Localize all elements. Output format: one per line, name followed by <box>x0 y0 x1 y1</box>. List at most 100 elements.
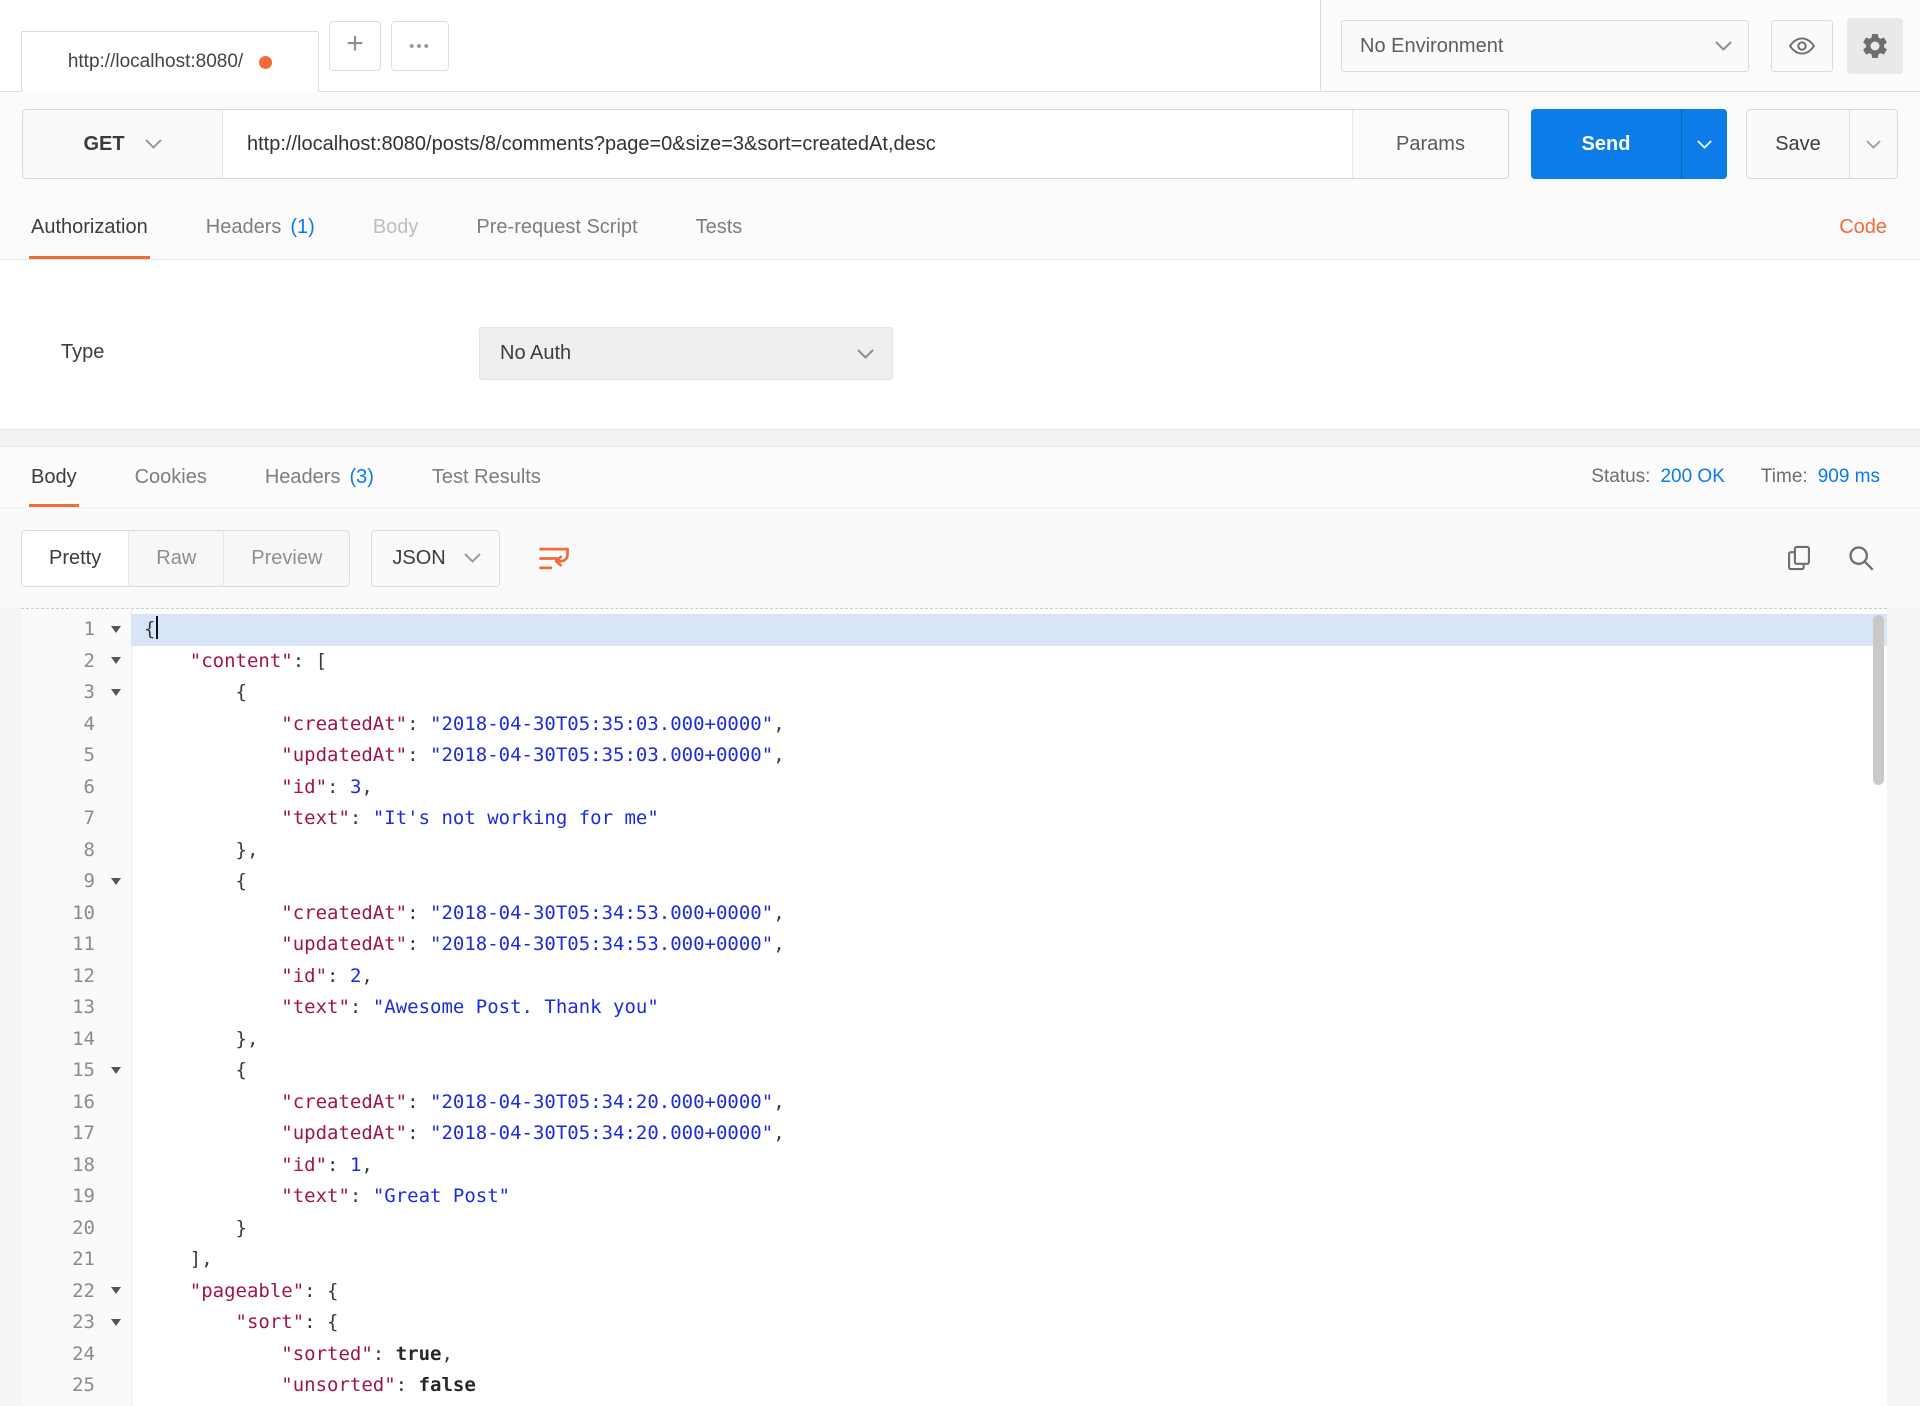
save-options-button[interactable] <box>1849 110 1897 178</box>
search-button[interactable] <box>1847 544 1875 572</box>
url-input[interactable] <box>223 110 1352 178</box>
fold-arrow-icon[interactable] <box>111 657 121 665</box>
code-line: 12 "id": 2, <box>21 961 1887 993</box>
chevron-down-icon <box>144 139 162 149</box>
status-label: Status: <box>1591 466 1651 487</box>
line-number: 9 <box>21 866 131 898</box>
request-tab[interactable]: http://localhost:8080/ <box>21 31 319 92</box>
fold-arrow-icon[interactable] <box>111 1287 121 1295</box>
tab-label: Headers <box>264 465 341 488</box>
request-tab-title: http://localhost:8080/ <box>67 51 244 72</box>
response-tab-headers[interactable]: Headers (3) <box>265 447 374 507</box>
text-cursor <box>156 616 159 639</box>
code-text: "updatedAt": "2018-04-30T05:34:53.000+00… <box>281 933 785 955</box>
code-line: 17 "updatedAt": "2018-04-30T05:34:20.000… <box>21 1118 1887 1150</box>
code-text: }, <box>144 1027 259 1050</box>
view-mode-raw[interactable]: Raw <box>128 530 223 586</box>
view-mode-switch: Pretty Raw Preview <box>21 529 351 587</box>
response-tools <box>1785 544 1875 572</box>
tab-options-button[interactable]: ••• <box>391 21 449 71</box>
request-tab-body[interactable]: Body <box>373 196 419 259</box>
view-mode-preview[interactable]: Preview <box>223 530 349 586</box>
method-select[interactable]: GET <box>23 110 223 178</box>
request-tab-tests[interactable]: Tests <box>696 196 743 259</box>
line-number: 10 <box>72 901 95 924</box>
code-line: 2 "content": [ <box>21 646 1887 678</box>
editor-scrollbar[interactable] <box>1873 615 1884 785</box>
response-toolbar: Pretty Raw Preview JSON <box>0 508 1920 608</box>
request-tab-headers[interactable]: Headers (1) <box>206 196 315 259</box>
tab-label: Test Results <box>431 465 541 488</box>
code-text: "id": 1, <box>281 1153 373 1176</box>
fold-arrow-icon[interactable] <box>111 877 121 885</box>
request-tab-authorization[interactable]: Authorization <box>29 196 150 259</box>
code-text: "text": "Awesome Post. Thank you" <box>281 996 659 1018</box>
send-options-button[interactable] <box>1681 109 1727 179</box>
fold-arrow-icon[interactable] <box>111 1318 121 1326</box>
params-button[interactable]: Params <box>1352 110 1508 178</box>
request-tabs-list: Authorization Headers (1) Body Pre-request S… <box>29 196 800 259</box>
settings-button[interactable] <box>1847 18 1903 74</box>
code-text: "updatedAt": "2018-04-30T05:35:03.000+00… <box>281 744 785 766</box>
save-button[interactable]: Save <box>1747 110 1849 178</box>
send-button[interactable]: Send <box>1531 109 1681 179</box>
copy-icon <box>1788 545 1810 571</box>
response-tab-body[interactable]: Body <box>29 447 79 507</box>
line-number: 25 <box>72 1374 95 1396</box>
code-line: 16 "createdAt": "2018-04-30T05:34:20.000… <box>21 1087 1887 1119</box>
wrap-text-button[interactable] <box>526 530 583 587</box>
line-number: 7 <box>83 807 95 829</box>
code-line: 10 "createdAt": "2018-04-30T05:34:53.000… <box>21 898 1887 930</box>
code-text: "id": 2, <box>281 964 373 987</box>
environment-select[interactable]: No Environment <box>1341 20 1749 72</box>
code-text: "createdAt": "2018-04-30T05:34:20.000+00… <box>281 1090 785 1113</box>
code-line: 7 "text": "It's not working for me" <box>21 803 1887 835</box>
send-split-button: Send <box>1531 109 1727 179</box>
view-mode-pretty[interactable]: Pretty <box>22 530 129 586</box>
line-number: 3 <box>21 677 131 709</box>
response-tab-cookies[interactable]: Cookies <box>135 447 207 507</box>
line-number: 2 <box>21 646 131 678</box>
chevron-down-icon <box>1715 41 1732 51</box>
code-text: "sorted": true, <box>281 1342 453 1365</box>
auth-type-label: Type <box>61 341 105 363</box>
fold-arrow-icon[interactable] <box>111 1066 121 1074</box>
code-text: "unsorted": false <box>281 1374 476 1396</box>
line-number: 11 <box>72 933 95 955</box>
environment-quicklook-button[interactable] <box>1771 20 1833 72</box>
code-text: "pageable": { <box>189 1279 339 1302</box>
environment-value: No Environment <box>1360 34 1504 57</box>
code-link[interactable]: Code <box>1839 216 1887 239</box>
code-text: "text": "Great Post" <box>281 1185 511 1207</box>
response-tabs-list: Body Cookies Headers (3) Test Results <box>29 447 599 507</box>
code-line: 19 "text": "Great Post" <box>21 1181 1887 1213</box>
code-line: 11 "updatedAt": "2018-04-30T05:34:53.000… <box>21 929 1887 961</box>
request-tab-pre-request-script[interactable]: Pre-request Script <box>476 196 637 259</box>
language-select[interactable]: JSON <box>371 529 500 587</box>
auth-type-select[interactable]: No Auth <box>479 327 893 380</box>
code-lines: 1{2 "content": [3 {4 "createdAt": "2018-… <box>21 614 1887 1402</box>
code-line: 14 }, <box>21 1024 1887 1056</box>
code-text: "id": 3, <box>281 775 373 798</box>
response-tab-test-results[interactable]: Test Results <box>432 447 541 507</box>
copy-button[interactable] <box>1785 544 1813 572</box>
tab-count-badge: (1) <box>290 216 315 238</box>
code-line: 6 "id": 3, <box>21 772 1887 804</box>
chevron-down-icon <box>464 553 481 563</box>
line-number: 5 <box>83 744 95 766</box>
fold-arrow-icon[interactable] <box>111 688 121 696</box>
code-line: 9 { <box>21 866 1887 898</box>
time-value[interactable]: 909 ms <box>1818 466 1880 488</box>
tab-label: Pre-request Script <box>476 216 638 238</box>
code-text: ], <box>144 1248 213 1270</box>
new-tab-button[interactable]: + <box>329 21 381 71</box>
url-group: GET Params <box>22 109 1509 179</box>
line-number: 4 <box>83 712 95 735</box>
code-text: "createdAt": "2018-04-30T05:34:53.000+00… <box>281 901 785 924</box>
line-number: 14 <box>72 1027 95 1050</box>
fold-arrow-icon[interactable] <box>111 625 121 633</box>
code-text: } <box>144 1216 247 1239</box>
code-line: 22 "pageable": { <box>21 1276 1887 1308</box>
line-number: 23 <box>21 1307 131 1339</box>
status-value[interactable]: 200 OK <box>1660 466 1724 488</box>
